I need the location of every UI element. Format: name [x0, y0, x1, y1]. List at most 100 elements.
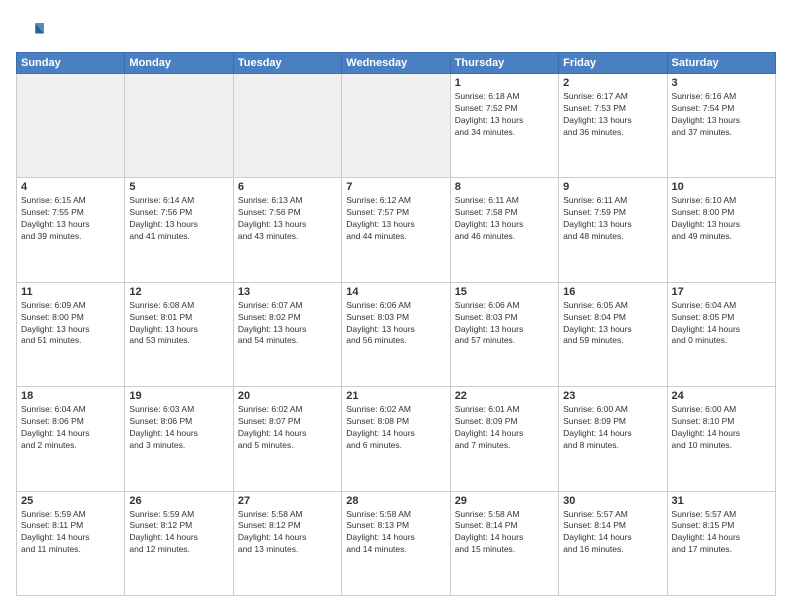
day-info: Sunrise: 6:08 AM Sunset: 8:01 PM Dayligh… — [129, 300, 228, 348]
day-number: 14 — [346, 286, 445, 298]
weekday-header-wednesday: Wednesday — [342, 53, 450, 74]
calendar-cell: 14 Sunrise: 6:06 AM Sunset: 8:03 PM Dayli… — [342, 282, 450, 386]
calendar-cell: 25 Sunrise: 5:59 AM Sunset: 8:11 PM Dayli… — [17, 491, 125, 595]
calendar-cell: 9 Sunrise: 6:11 AM Sunset: 7:59 PM Daylig… — [559, 178, 667, 282]
day-number: 6 — [238, 181, 337, 193]
calendar-cell — [125, 74, 233, 178]
weekday-header-friday: Friday — [559, 53, 667, 74]
day-info: Sunrise: 5:57 AM Sunset: 8:15 PM Dayligh… — [672, 509, 771, 557]
calendar-table: SundayMondayTuesdayWednesdayThursdayFrid… — [16, 52, 776, 596]
day-info: Sunrise: 6:18 AM Sunset: 7:52 PM Dayligh… — [455, 91, 554, 139]
calendar-cell: 3 Sunrise: 6:16 AM Sunset: 7:54 PM Daylig… — [667, 74, 775, 178]
day-info: Sunrise: 6:17 AM Sunset: 7:53 PM Dayligh… — [563, 91, 662, 139]
day-number: 18 — [21, 390, 120, 402]
day-info: Sunrise: 6:04 AM Sunset: 8:06 PM Dayligh… — [21, 404, 120, 452]
weekday-header-monday: Monday — [125, 53, 233, 74]
day-number: 29 — [455, 495, 554, 507]
day-info: Sunrise: 6:00 AM Sunset: 8:09 PM Dayligh… — [563, 404, 662, 452]
day-number: 1 — [455, 77, 554, 89]
day-number: 12 — [129, 286, 228, 298]
calendar-cell: 29 Sunrise: 5:58 AM Sunset: 8:14 PM Dayli… — [450, 491, 558, 595]
day-number: 27 — [238, 495, 337, 507]
day-info: Sunrise: 5:58 AM Sunset: 8:14 PM Dayligh… — [455, 509, 554, 557]
calendar-cell: 26Sunrise: 5:59 AM Sunset: 8:12 PM Dayli… — [125, 491, 233, 595]
day-info: Sunrise: 6:10 AM Sunset: 8:00 PM Dayligh… — [672, 195, 771, 243]
calendar-cell: 17 Sunrise: 6:04 AM Sunset: 8:05 PM Dayli… — [667, 282, 775, 386]
day-info: Sunrise: 6:09 AM Sunset: 8:00 PM Dayligh… — [21, 300, 120, 348]
day-info: Sunrise: 6:06 AM Sunset: 8:03 PM Dayligh… — [346, 300, 445, 348]
calendar-cell: 24Sunrise: 6:00 AM Sunset: 8:10 PM Dayli… — [667, 387, 775, 491]
day-number: 5 — [129, 181, 228, 193]
calendar-cell: 30 Sunrise: 5:57 AM Sunset: 8:14 PM Dayli… — [559, 491, 667, 595]
day-number: 11 — [21, 286, 120, 298]
day-info: Sunrise: 6:13 AM Sunset: 7:56 PM Dayligh… — [238, 195, 337, 243]
day-info: Sunrise: 6:03 AM Sunset: 8:06 PM Dayligh… — [129, 404, 228, 452]
calendar-cell: 27 Sunrise: 5:58 AM Sunset: 8:12 PM Dayli… — [233, 491, 341, 595]
day-info: Sunrise: 5:59 AM Sunset: 8:11 PM Dayligh… — [21, 509, 120, 557]
calendar-cell: 22 Sunrise: 6:01 AM Sunset: 8:09 PM Dayli… — [450, 387, 558, 491]
logo — [16, 16, 48, 44]
calendar-cell: 23 Sunrise: 6:00 AM Sunset: 8:09 PM Dayli… — [559, 387, 667, 491]
day-info: Sunrise: 5:58 AM Sunset: 8:13 PM Dayligh… — [346, 509, 445, 557]
day-number: 10 — [672, 181, 771, 193]
calendar-cell: 1 Sunrise: 6:18 AM Sunset: 7:52 PM Daylig… — [450, 74, 558, 178]
day-number: 9 — [563, 181, 662, 193]
day-number: 15 — [455, 286, 554, 298]
day-info: Sunrise: 5:58 AM Sunset: 8:12 PM Dayligh… — [238, 509, 337, 557]
calendar-cell: 7 Sunrise: 6:12 AM Sunset: 7:57 PM Daylig… — [342, 178, 450, 282]
day-number: 30 — [563, 495, 662, 507]
day-number: 25 — [21, 495, 120, 507]
day-number: 17 — [672, 286, 771, 298]
day-number: 13 — [238, 286, 337, 298]
calendar-cell — [17, 74, 125, 178]
calendar-cell — [233, 74, 341, 178]
calendar-cell: 21Sunrise: 6:02 AM Sunset: 8:08 PM Dayli… — [342, 387, 450, 491]
calendar-cell: 6 Sunrise: 6:13 AM Sunset: 7:56 PM Daylig… — [233, 178, 341, 282]
calendar-cell: 2 Sunrise: 6:17 AM Sunset: 7:53 PM Daylig… — [559, 74, 667, 178]
day-info: Sunrise: 6:15 AM Sunset: 7:55 PM Dayligh… — [21, 195, 120, 243]
day-number: 22 — [455, 390, 554, 402]
day-info: Sunrise: 6:11 AM Sunset: 7:59 PM Dayligh… — [563, 195, 662, 243]
calendar-cell: 4Sunrise: 6:15 AM Sunset: 7:55 PM Daylig… — [17, 178, 125, 282]
calendar-cell: 16 Sunrise: 6:05 AM Sunset: 8:04 PM Dayli… — [559, 282, 667, 386]
day-number: 2 — [563, 77, 662, 89]
day-info: Sunrise: 5:59 AM Sunset: 8:12 PM Dayligh… — [129, 509, 228, 557]
day-info: Sunrise: 6:07 AM Sunset: 8:02 PM Dayligh… — [238, 300, 337, 348]
day-info: Sunrise: 6:02 AM Sunset: 8:07 PM Dayligh… — [238, 404, 337, 452]
weekday-header-thursday: Thursday — [450, 53, 558, 74]
day-info: Sunrise: 6:05 AM Sunset: 8:04 PM Dayligh… — [563, 300, 662, 348]
day-info: Sunrise: 6:14 AM Sunset: 7:56 PM Dayligh… — [129, 195, 228, 243]
calendar-cell: 28 Sunrise: 5:58 AM Sunset: 8:13 PM Dayli… — [342, 491, 450, 595]
day-number: 31 — [672, 495, 771, 507]
calendar-cell: 20Sunrise: 6:02 AM Sunset: 8:07 PM Dayli… — [233, 387, 341, 491]
day-number: 21 — [346, 390, 445, 402]
day-info: Sunrise: 6:04 AM Sunset: 8:05 PM Dayligh… — [672, 300, 771, 348]
calendar-cell: 15Sunrise: 6:06 AM Sunset: 8:03 PM Dayli… — [450, 282, 558, 386]
day-number: 23 — [563, 390, 662, 402]
day-number: 28 — [346, 495, 445, 507]
day-info: Sunrise: 6:12 AM Sunset: 7:57 PM Dayligh… — [346, 195, 445, 243]
calendar-cell: 13 Sunrise: 6:07 AM Sunset: 8:02 PM Dayli… — [233, 282, 341, 386]
page: SundayMondayTuesdayWednesdayThursdayFrid… — [0, 0, 792, 612]
week-row-5: 25 Sunrise: 5:59 AM Sunset: 8:11 PM Dayli… — [17, 491, 776, 595]
day-info: Sunrise: 6:01 AM Sunset: 8:09 PM Dayligh… — [455, 404, 554, 452]
day-number: 7 — [346, 181, 445, 193]
weekday-header-saturday: Saturday — [667, 53, 775, 74]
day-info: Sunrise: 6:11 AM Sunset: 7:58 PM Dayligh… — [455, 195, 554, 243]
day-info: Sunrise: 5:57 AM Sunset: 8:14 PM Dayligh… — [563, 509, 662, 557]
header — [16, 16, 776, 44]
calendar-cell: 19 Sunrise: 6:03 AM Sunset: 8:06 PM Dayli… — [125, 387, 233, 491]
weekday-header-sunday: Sunday — [17, 53, 125, 74]
day-number: 3 — [672, 77, 771, 89]
weekday-header-tuesday: Tuesday — [233, 53, 341, 74]
calendar-cell: 5 Sunrise: 6:14 AM Sunset: 7:56 PM Daylig… — [125, 178, 233, 282]
day-number: 16 — [563, 286, 662, 298]
day-info: Sunrise: 6:16 AM Sunset: 7:54 PM Dayligh… — [672, 91, 771, 139]
calendar-cell: 31 Sunrise: 5:57 AM Sunset: 8:15 PM Dayli… — [667, 491, 775, 595]
day-number: 24 — [672, 390, 771, 402]
weekday-header-row: SundayMondayTuesdayWednesdayThursdayFrid… — [17, 53, 776, 74]
week-row-1: 1 Sunrise: 6:18 AM Sunset: 7:52 PM Daylig… — [17, 74, 776, 178]
calendar-cell: 11 Sunrise: 6:09 AM Sunset: 8:00 PM Dayli… — [17, 282, 125, 386]
calendar-cell: 12 Sunrise: 6:08 AM Sunset: 8:01 PM Dayli… — [125, 282, 233, 386]
day-number: 19 — [129, 390, 228, 402]
